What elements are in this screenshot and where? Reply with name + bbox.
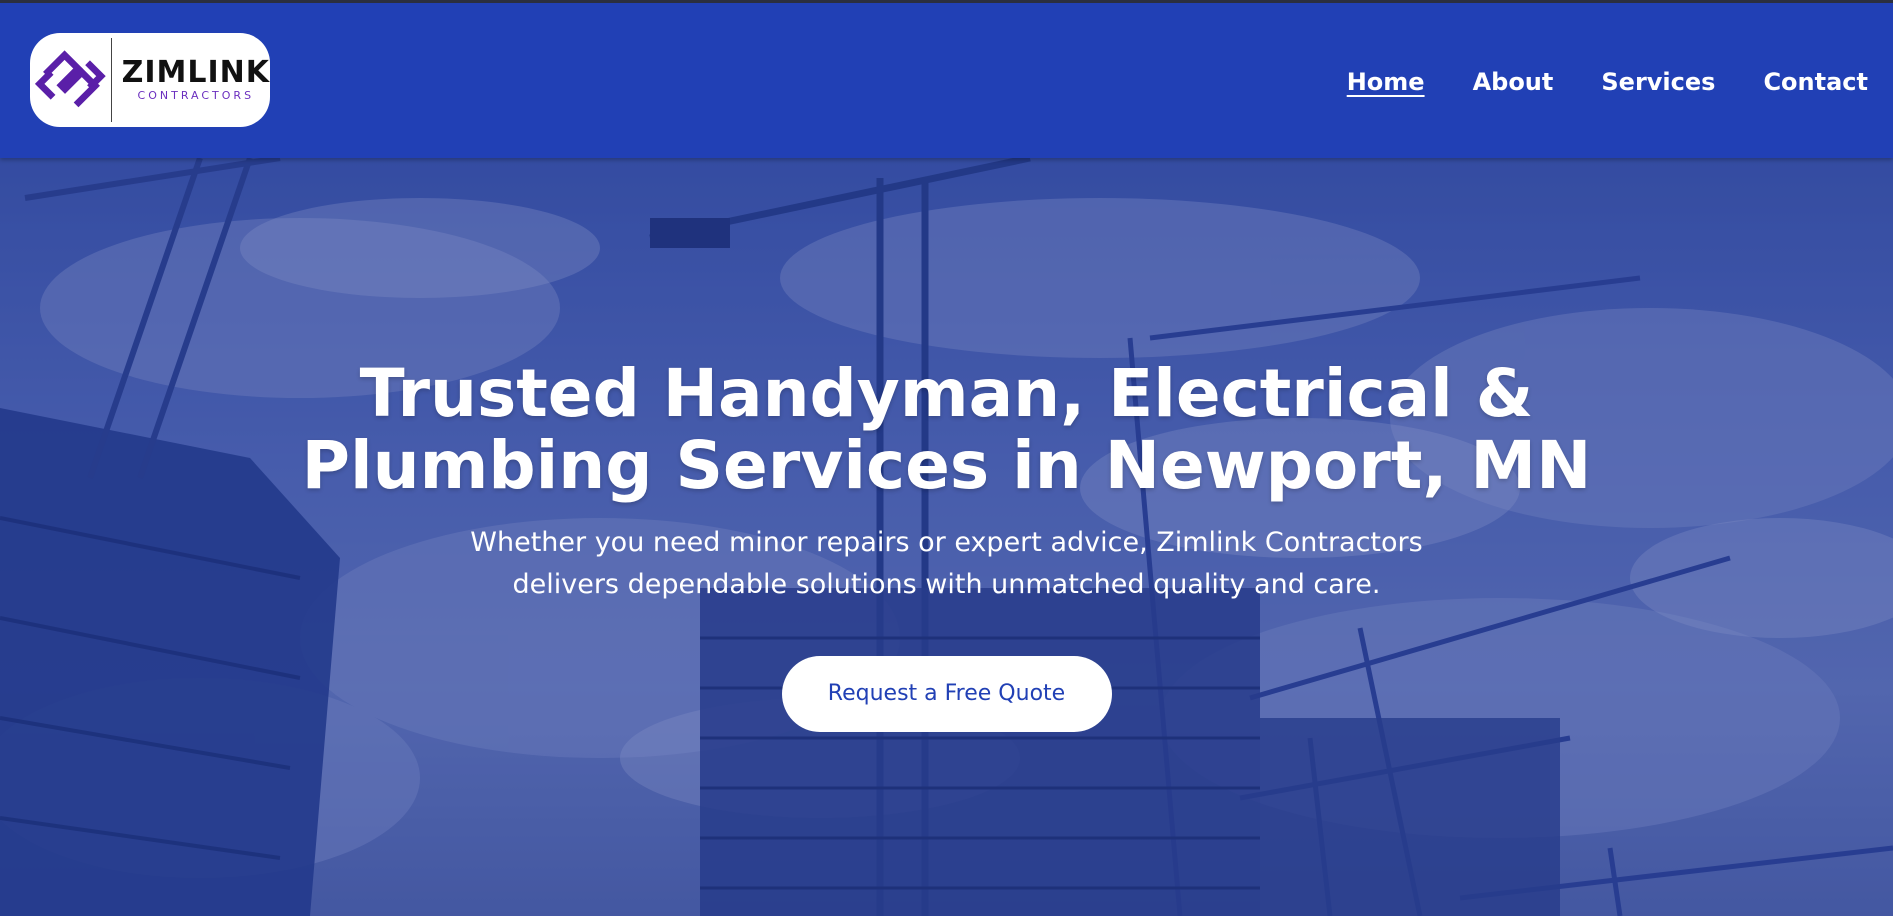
main-nav: Home About Services Contact bbox=[1347, 67, 1868, 97]
logo-name: ZIMLINK bbox=[121, 55, 270, 90]
logo-divider bbox=[110, 38, 112, 122]
request-quote-button[interactable]: Request a Free Quote bbox=[781, 656, 1112, 732]
site-header: ZIMLINK CONTRACTORS Home About Services … bbox=[0, 3, 1893, 158]
nav-contact[interactable]: Contact bbox=[1763, 67, 1868, 97]
hero-subtitle: Whether you need minor repairs or expert… bbox=[470, 527, 1423, 600]
nav-services[interactable]: Services bbox=[1601, 67, 1715, 97]
logo[interactable]: ZIMLINK CONTRACTORS bbox=[30, 33, 270, 127]
logo-tagline: CONTRACTORS bbox=[137, 89, 255, 102]
hero-content: Trusted Handyman, Electrical & Plumbing … bbox=[0, 358, 1893, 732]
hero-section: Trusted Handyman, Electrical & Plumbing … bbox=[0, 158, 1893, 916]
logo-text: ZIMLINK CONTRACTORS bbox=[122, 57, 270, 103]
nav-home[interactable]: Home bbox=[1347, 67, 1425, 97]
nav-about[interactable]: About bbox=[1473, 67, 1554, 97]
hero-title: Trusted Handyman, Electrical & Plumbing … bbox=[301, 355, 1592, 504]
top-border bbox=[0, 0, 1893, 3]
zimlink-logo-icon bbox=[34, 50, 106, 108]
